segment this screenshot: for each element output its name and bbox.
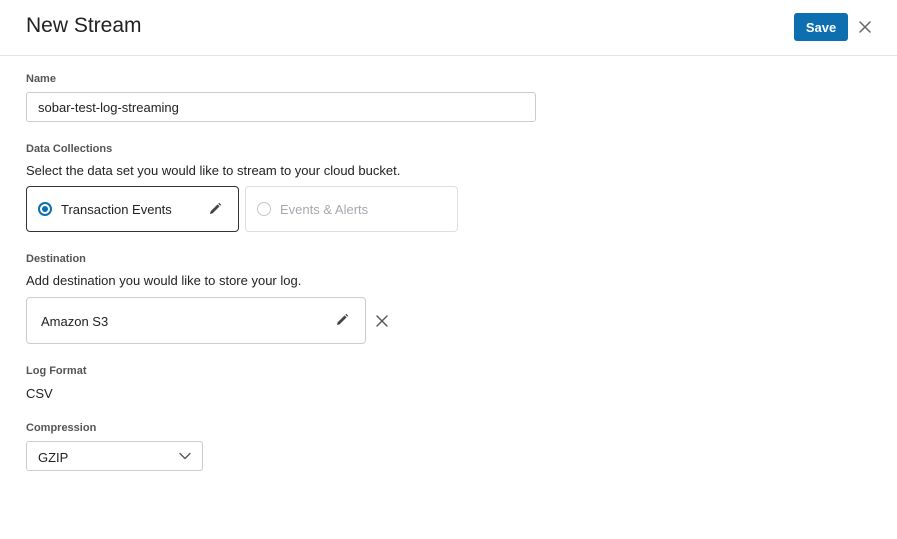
radio-selected[interactable] — [38, 202, 52, 216]
chevron-down-icon — [179, 452, 191, 460]
remove-destination-icon[interactable] — [375, 314, 389, 328]
destination-value: Amazon S3 — [41, 314, 109, 329]
log-format-value: CSV — [26, 386, 53, 401]
page-title: New Stream — [26, 14, 142, 37]
data-collections-description: Select the data set you would like to st… — [26, 163, 401, 178]
option-label: Transaction Events — [61, 202, 172, 217]
destination-card[interactable]: Amazon S3 — [26, 297, 366, 344]
name-input[interactable] — [26, 92, 536, 122]
option-label: Events & Alerts — [280, 202, 369, 217]
pencil-icon[interactable] — [208, 202, 222, 216]
option-events-alerts[interactable]: Events & Alerts — [245, 186, 458, 232]
close-icon[interactable] — [857, 19, 873, 35]
compression-label: Compression — [26, 422, 97, 434]
destination-description: Add destination you would like to store … — [26, 273, 302, 288]
compression-select[interactable]: GZIP — [26, 441, 203, 471]
name-label: Name — [26, 73, 56, 85]
option-transaction-events[interactable]: Transaction Events — [26, 186, 239, 232]
data-collections-label: Data Collections — [26, 143, 113, 155]
radio-unselected[interactable] — [257, 202, 271, 216]
dialog-header: New Stream Save — [0, 0, 897, 56]
destination-label: Destination — [26, 253, 86, 265]
compression-value: GZIP — [38, 450, 69, 465]
log-format-label: Log Format — [26, 365, 87, 377]
save-button[interactable]: Save — [794, 13, 848, 41]
pencil-icon[interactable] — [335, 313, 349, 327]
